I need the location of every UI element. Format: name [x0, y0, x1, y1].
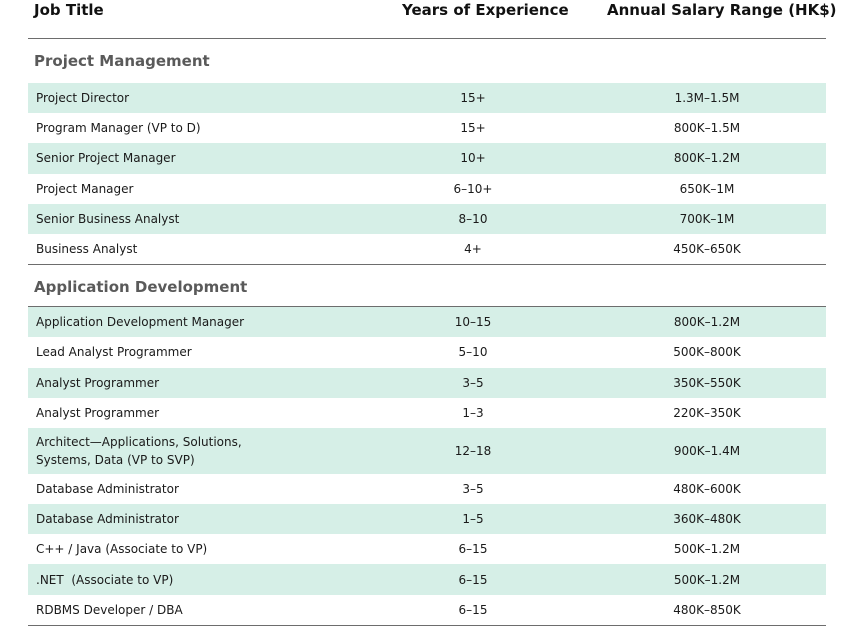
table-row: Analyst Programmer 1–3 220K–350K — [28, 398, 826, 428]
cell-years: 15+ — [460, 121, 486, 136]
cell-salary: 450K–650K — [673, 242, 741, 257]
cell-job-title: Program Manager (VP to D) — [36, 121, 201, 136]
table-row: .NET (Associate to VP) 6–15 500K–1.2M — [28, 564, 826, 595]
header-job-title: Job Title — [34, 1, 104, 19]
salary-table: Job Title Years of Experience Annual Sal… — [28, 0, 837, 626]
cell-years: 6–15 — [458, 602, 488, 617]
cell-salary: 800K–1.2M — [673, 151, 741, 166]
table-row: Database Administrator 3–5 480K–600K — [28, 474, 826, 504]
cell-salary: 900K–1.4M — [673, 443, 741, 458]
cell-salary: 650K–1M — [679, 181, 735, 196]
cell-job-title: Business Analyst — [36, 242, 138, 257]
table-row: Lead Analyst Programmer 5–10 500K–800K — [28, 337, 826, 367]
cell-job-title: Project Manager — [36, 181, 134, 196]
cell-job-title: Architect—Applications, Solutions, Syste… — [36, 434, 242, 467]
cell-job-title: Database Administrator — [36, 512, 179, 527]
cell-years: 5–10 — [458, 345, 488, 360]
header-salary-range: Annual Salary Range (HK$) — [607, 1, 837, 19]
table-header: Job Title Years of Experience Annual Sal… — [28, 0, 837, 39]
cell-salary: 360K–480K — [673, 512, 741, 527]
cell-salary: 220K–350K — [673, 405, 741, 420]
cell-job-title: RDBMS Developer / DBA — [36, 602, 183, 617]
cell-salary: 350K–550K — [673, 375, 741, 390]
cell-job-title: C++ / Java (Associate to VP) — [36, 542, 208, 557]
cell-years: 3–5 — [462, 481, 484, 496]
table-row: Analyst Programmer 3–5 350K–550K — [28, 367, 826, 398]
cell-years: 1–5 — [462, 512, 484, 527]
cell-job-title: Application Development Manager — [36, 315, 245, 330]
section-project-management: Project Director 15+ 1.3M–1.5M Program M… — [28, 83, 826, 266]
cell-years: 10+ — [460, 151, 486, 166]
cell-years: 3–5 — [462, 375, 484, 390]
table-row: Senior Project Manager 10+ 800K–1.2M — [28, 143, 826, 174]
cell-salary: 800K–1.2M — [673, 315, 741, 330]
cell-salary: 700K–1M — [679, 211, 735, 226]
cell-job-title: Lead Analyst Programmer — [36, 345, 192, 360]
cell-salary: 500K–1.2M — [673, 572, 741, 587]
cell-years: 12–18 — [454, 443, 492, 458]
table-row: Database Administrator 1–5 360K–480K — [28, 504, 826, 535]
cell-salary: 800K–1.5M — [673, 121, 741, 136]
cell-job-title: Senior Project Manager — [36, 151, 176, 166]
cell-years: 15+ — [460, 91, 486, 106]
cell-salary: 480K–600K — [673, 481, 741, 496]
table-row: RDBMS Developer / DBA 6–15 480K–850K — [28, 595, 826, 625]
cell-salary: 500K–800K — [673, 345, 741, 360]
section-title-project-management: Project Management — [34, 52, 210, 70]
cell-years: 1–3 — [462, 405, 484, 420]
table-row: Project Director 15+ 1.3M–1.5M — [28, 83, 826, 114]
table-row: Business Analyst 4+ 450K–650K — [28, 234, 826, 264]
cell-years: 6–10+ — [453, 181, 493, 196]
table-row: Program Manager (VP to D) 15+ 800K–1.5M — [28, 113, 826, 143]
table-row: Application Development Manager 10–15 80… — [28, 307, 826, 338]
cell-years: 10–15 — [454, 315, 492, 330]
cell-job-title: Project Director — [36, 91, 130, 106]
cell-job-title: Analyst Programmer — [36, 405, 160, 420]
section-title-application-development: Application Development — [28, 265, 826, 308]
cell-years: 8–10 — [458, 211, 488, 226]
cell-salary: 1.3M–1.5M — [674, 91, 740, 106]
cell-years: 6–15 — [458, 542, 488, 557]
cell-job-title: .NET (Associate to VP) — [36, 572, 174, 587]
cell-years: 4+ — [464, 242, 482, 257]
table-row: C++ / Java (Associate to VP) 6–15 500K–1… — [28, 534, 826, 564]
table-row: Senior Business Analyst 8–10 700K–1M — [28, 203, 826, 234]
cell-salary: 500K–1.2M — [673, 542, 741, 557]
cell-salary: 480K–850K — [673, 602, 741, 617]
cell-job-title: Database Administrator — [36, 481, 179, 496]
header-years-experience: Years of Experience — [402, 1, 569, 19]
cell-job-title: Analyst Programmer — [36, 375, 160, 390]
cell-job-title: Senior Business Analyst — [36, 211, 180, 226]
table-row: Architect—Applications, Solutions, Syste… — [28, 427, 826, 474]
section-application-development: Application Development Manager 10–15 80… — [28, 307, 826, 626]
cell-years: 6–15 — [458, 572, 488, 587]
table-row: Project Manager 6–10+ 650K–1M — [28, 174, 826, 204]
